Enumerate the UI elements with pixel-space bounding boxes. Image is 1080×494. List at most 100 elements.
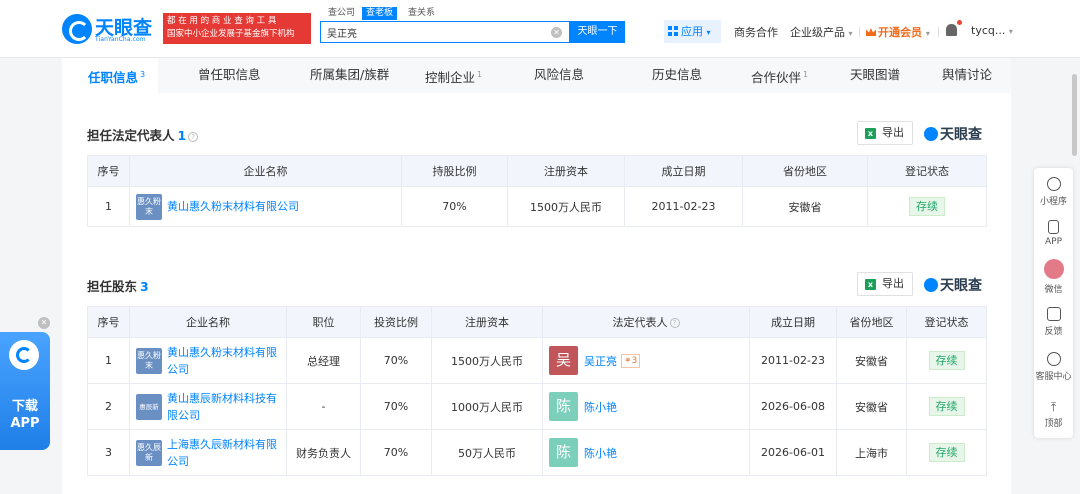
status-badge: 存续 [928, 397, 965, 416]
toolbar-label: APP [1044, 237, 1062, 247]
brand-mark-icon [924, 127, 938, 141]
company-cell: 惠久粉末黄山惠久粉末材料有限公司 [129, 186, 402, 227]
clear-icon[interactable]: ✕ [551, 27, 562, 38]
row-number: 2 [87, 383, 130, 430]
column-header: 职位 [286, 306, 361, 338]
help-icon[interactable]: ? [669, 318, 680, 328]
tab-count: 1 [477, 70, 483, 79]
status-badge: 存续 [909, 197, 945, 216]
person-info-tabs: 任职信息 3 曾任职信息 所属集团/族群 控制企业 1 风险信息 历史信息 合作伙伴… [62, 58, 1011, 93]
toolbar-label: 顶部 [1044, 419, 1063, 429]
company-logo[interactable]: 惠久粉末 [136, 347, 162, 374]
tab-risk[interactable]: 风险信息 [534, 58, 584, 93]
company-link[interactable]: 黄山惠久粉末材料有限公司 [167, 344, 279, 378]
download-app-text: 下载 APP [0, 398, 50, 432]
company-logo[interactable]: 惠辰新 [136, 393, 162, 420]
close-icon[interactable]: ✕ [38, 317, 50, 329]
chevron-down-icon: ▾ [1008, 27, 1013, 36]
tianyancha-logo[interactable]: 天眼查 TianYanCha.com [62, 13, 158, 45]
row-number: 1 [87, 337, 130, 384]
back-to-top-button[interactable]: ⤒ 顶部 [1034, 400, 1073, 429]
download-app-float[interactable]: 下载 APP [0, 332, 50, 450]
section-count: 1 [177, 128, 187, 143]
apps-menu-button[interactable]: 应用 ▾ [664, 20, 721, 43]
open-vip-button[interactable]: 开通会员 ▾ [866, 24, 930, 40]
section-title-text: 担任法定代表人 [87, 128, 175, 143]
section-count: 3 [140, 279, 149, 294]
phone-icon [1048, 220, 1059, 234]
brand-text: 天眼查 [940, 278, 982, 294]
company-link[interactable]: 上海惠久辰新材料有限公司 [167, 436, 279, 470]
enterprise-products-menu[interactable]: 企业级产品 ▾ [790, 24, 853, 40]
status-cell: 存续 [867, 186, 987, 227]
avatar[interactable]: 吴 [549, 346, 578, 375]
user-menu[interactable]: tycq... ▾ [971, 24, 1013, 37]
enterprise-products-label: 企业级产品 [790, 26, 845, 39]
column-header: 持股比例 [401, 155, 508, 187]
search-tab-relation[interactable]: 查关系 [404, 7, 439, 20]
chevron-down-icon: ▾ [848, 29, 853, 38]
established-date: 2026-06-01 [749, 429, 837, 476]
company-link[interactable]: 黄山惠辰新材料科技有限公司 [167, 390, 279, 424]
column-header: 登记状态 [906, 306, 987, 338]
business-cooperation-link[interactable]: 商务合作 [734, 24, 778, 40]
tianyancha-watermark: 天眼查 [924, 124, 982, 144]
tab-employment[interactable]: 任职信息 3 [62, 58, 158, 93]
tab-public-opinion[interactable]: 舆情讨论 [942, 58, 992, 93]
search-tab-boss[interactable]: 查老板 [362, 7, 398, 20]
search-tab-company[interactable]: 查公司 [324, 7, 359, 20]
main-content: 任职信息 3 曾任职信息 所属集团/族群 控制企业 1 风险信息 历史信息 合作伙伴… [62, 58, 1011, 494]
tab-label: 历史信息 [652, 67, 703, 82]
company-logo[interactable]: 惠久粉末 [136, 193, 162, 220]
legal-rep-table: 序号 企业名称 持股比例 注册资本 成立日期 省份地区 登记状态 1 惠久粉末黄… [87, 155, 987, 227]
table-header-row: 序号 企业名称 职位 投资比例 注册资本 法定代表人? 成立日期 省份地区 登记… [87, 306, 987, 338]
registered-capital: 1000万人民币 [431, 383, 543, 430]
tab-controlled-companies[interactable]: 控制企业 1 [425, 58, 482, 93]
tab-label: 合作伙伴 [751, 70, 802, 86]
tab-former-employment[interactable]: 曾任职信息 [198, 58, 261, 93]
avatar[interactable]: 陈 [549, 392, 578, 421]
region: 安徽省 [836, 383, 907, 430]
app-logo-icon [9, 340, 39, 370]
tab-history[interactable]: 历史信息 [652, 58, 702, 93]
export-button[interactable]: x 导出 [857, 272, 913, 296]
region: 安徽省 [742, 186, 868, 227]
wechat-button[interactable]: 微信 [1034, 259, 1073, 295]
bell-icon[interactable] [946, 24, 957, 36]
established-date: 2026-06-08 [749, 383, 837, 430]
related-companies-badge[interactable]: ⚭3 [621, 353, 641, 368]
help-icon[interactable]: ? [188, 132, 199, 142]
column-header: 企业名称 [129, 306, 287, 338]
column-header: 成立日期 [624, 155, 743, 187]
logo-mark-icon [62, 14, 92, 44]
brand-text: 天眼查 [940, 127, 982, 143]
customer-service-button[interactable]: 客服中心 [1034, 352, 1073, 382]
tab-graph[interactable]: 天眼图谱 [850, 58, 900, 93]
toolbar-label: 客服中心 [1035, 372, 1072, 382]
slogan-banner: 都 在 用 的 商 业 查 询 工 具 国家中小企业发展子基金旗下机构 [163, 13, 311, 44]
nav-divider [859, 27, 860, 37]
toolbar-label: 微信 [1044, 285, 1063, 295]
tab-partners[interactable]: 合作伙伴 1 [751, 58, 808, 93]
feedback-button[interactable]: 反馈 [1034, 307, 1073, 337]
column-header: 注册资本 [507, 155, 625, 187]
tab-group[interactable]: 所属集团/族群 [310, 58, 389, 93]
established-date: 2011-02-23 [749, 337, 837, 384]
legal-rep-link[interactable]: 陈小艳 [584, 399, 617, 415]
legal-rep-link[interactable]: 陈小艳 [584, 445, 617, 461]
legal-rep-link[interactable]: 吴正亮 [584, 353, 617, 369]
app-label: APP [10, 416, 40, 431]
export-button[interactable]: x 导出 [857, 121, 913, 145]
username: tycq... [971, 24, 1006, 37]
position: 财务负责人 [286, 429, 361, 476]
avatar[interactable]: 陈 [549, 438, 578, 467]
scrollbar-thumb[interactable] [1072, 74, 1077, 156]
app-button[interactable]: APP [1034, 220, 1073, 247]
wechat-qr-icon [1043, 259, 1064, 279]
company-logo[interactable]: 惠久辰新 [136, 439, 162, 466]
section-title-text: 担任股东 [87, 279, 138, 294]
company-link[interactable]: 黄山惠久粉末材料有限公司 [167, 198, 299, 215]
mini-program-button[interactable]: 小程序 [1034, 177, 1073, 207]
search-button[interactable]: 天眼一下 [570, 21, 625, 43]
search-input[interactable] [321, 22, 546, 42]
